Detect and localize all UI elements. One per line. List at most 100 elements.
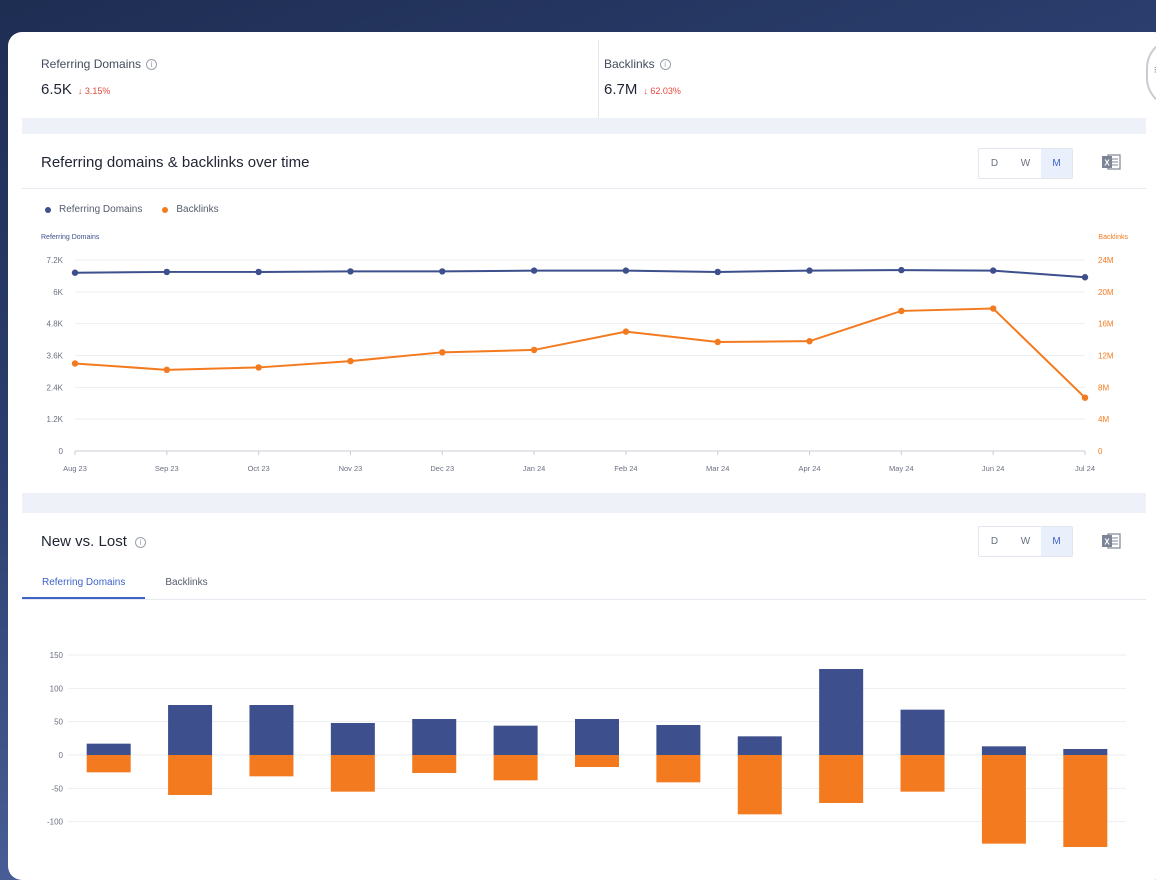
data-point bbox=[347, 357, 354, 365]
dashboard-card: Referring Domains i 6.5K ↓ 3.15% Backlinks… bbox=[8, 32, 1156, 880]
y-tick: 0 bbox=[59, 751, 64, 760]
stats-row: Referring Domains i 6.5K ↓ 3.15% Backlinks… bbox=[22, 32, 1146, 118]
bar-new bbox=[656, 725, 701, 755]
legend-marker bbox=[162, 206, 169, 213]
stat-label: Backlinks bbox=[604, 57, 655, 71]
stat-change: ↓ 3.15% bbox=[77, 86, 111, 96]
data-point bbox=[989, 267, 997, 274]
legend-item-backlinks[interactable]: Backlinks bbox=[162, 204, 219, 215]
stat-value: 6.5K bbox=[41, 81, 72, 98]
data-point bbox=[714, 338, 721, 346]
info-icon[interactable]: i bbox=[135, 536, 147, 548]
bar-lost bbox=[168, 755, 213, 795]
bar-lost bbox=[819, 755, 864, 803]
y-axis-right-label: Backlinks bbox=[1098, 234, 1128, 241]
y-tick: 150 bbox=[50, 651, 64, 660]
granularity-week-button[interactable]: W bbox=[1010, 149, 1041, 178]
excel-export-icon[interactable]: X bbox=[1101, 153, 1121, 171]
tab-backlinks[interactable]: Backlinks bbox=[145, 569, 227, 599]
y-tick-left: 6K bbox=[53, 288, 63, 297]
y-tick-right: 12M bbox=[1098, 352, 1114, 361]
section-header-divider bbox=[22, 188, 1146, 189]
bar-new bbox=[575, 719, 619, 755]
x-tick-label: Feb 24 bbox=[614, 464, 637, 473]
y-tick-left: 4.8K bbox=[47, 320, 64, 329]
stat-label: Referring Domains bbox=[41, 57, 142, 71]
bar-lost bbox=[900, 755, 945, 792]
bar-new bbox=[1063, 749, 1108, 755]
bar-lost bbox=[1063, 755, 1108, 847]
bar-lost bbox=[981, 755, 1026, 844]
tabs-divider bbox=[22, 599, 1146, 600]
data-point bbox=[622, 267, 630, 274]
y-tick-right: 8M bbox=[1098, 383, 1109, 392]
bar-lost bbox=[737, 755, 782, 815]
x-tick-label: Dec 23 bbox=[430, 464, 454, 473]
svg-text:X: X bbox=[1104, 538, 1110, 547]
data-point bbox=[255, 364, 262, 371]
y-tick-left: 7.2K bbox=[47, 256, 64, 265]
y-tick-left: 2.4K bbox=[47, 383, 64, 392]
excel-export-icon[interactable]: X bbox=[1101, 532, 1121, 550]
x-tick-label: Apr 24 bbox=[798, 464, 820, 473]
x-tick-label: Aug 23 bbox=[63, 464, 87, 473]
granularity-day-button[interactable]: D bbox=[979, 149, 1010, 178]
data-point bbox=[255, 268, 262, 276]
granularity-day-button[interactable]: D bbox=[979, 527, 1010, 556]
section-separator bbox=[22, 118, 1146, 134]
y-tick-right: 4M bbox=[1098, 415, 1109, 424]
bar-lost bbox=[412, 755, 457, 773]
data-point bbox=[530, 267, 538, 274]
x-tick-label: Oct 23 bbox=[248, 464, 270, 473]
data-point bbox=[806, 337, 813, 345]
y-tick: 100 bbox=[50, 684, 64, 693]
newlost-title: New vs. Lost i bbox=[41, 533, 147, 550]
y-tick-right: 16M bbox=[1098, 320, 1114, 329]
bar-new bbox=[330, 723, 375, 755]
section-separator bbox=[22, 493, 1146, 513]
data-point bbox=[439, 268, 446, 275]
y-tick: 50 bbox=[54, 718, 63, 727]
y-tick: -150 bbox=[47, 851, 64, 852]
bar-lost bbox=[86, 755, 131, 773]
data-point bbox=[714, 268, 721, 276]
legend-label: Referring Domains bbox=[59, 204, 143, 215]
stat-value: 6.7M bbox=[604, 81, 638, 98]
bar-new bbox=[249, 705, 294, 755]
divider bbox=[598, 40, 599, 118]
y-axis-left-label: Referring Domains bbox=[41, 234, 100, 241]
stat-change: ↓ 62.03% bbox=[643, 86, 681, 96]
newlost-tabs: Referring Domains Backlinks bbox=[22, 569, 228, 599]
legend-item-referring-domains[interactable]: Referring Domains bbox=[45, 204, 142, 215]
x-tick-label: Jan 24 bbox=[523, 464, 546, 473]
series-line bbox=[74, 269, 1086, 279]
data-point bbox=[898, 307, 905, 315]
bar-lost bbox=[575, 755, 619, 767]
x-tick-label: Mar 24 bbox=[706, 464, 729, 473]
granularity-month-button[interactable]: M bbox=[1041, 149, 1072, 178]
data-point bbox=[163, 268, 171, 276]
newlost-granularity-switch: D W M bbox=[978, 526, 1073, 557]
granularity-week-button[interactable]: W bbox=[1010, 527, 1041, 556]
bar-lost bbox=[249, 755, 294, 777]
bar-new bbox=[900, 709, 945, 755]
y-tick: -100 bbox=[47, 818, 64, 827]
bar-new bbox=[412, 719, 457, 755]
info-icon[interactable]: i bbox=[659, 58, 671, 70]
tab-referring-domains[interactable]: Referring Domains bbox=[22, 569, 146, 599]
data-point bbox=[622, 328, 630, 335]
data-point bbox=[530, 346, 538, 354]
bar-new bbox=[737, 736, 782, 755]
overtime-granularity-switch: D W M bbox=[978, 148, 1073, 179]
data-point bbox=[989, 305, 997, 312]
info-icon[interactable]: i bbox=[146, 58, 158, 70]
data-point bbox=[439, 349, 446, 356]
x-tick-label: Jul 24 bbox=[1075, 464, 1095, 473]
y-tick-right: 0 bbox=[1098, 447, 1103, 456]
bar-new bbox=[493, 725, 538, 755]
backlinks-stat: Backlinks i 6.7M ↓ 62.03% bbox=[604, 57, 681, 98]
legend-label: Backlinks bbox=[176, 204, 219, 215]
granularity-month-button[interactable]: M bbox=[1041, 527, 1072, 556]
data-point bbox=[163, 366, 171, 374]
data-point bbox=[71, 269, 79, 276]
